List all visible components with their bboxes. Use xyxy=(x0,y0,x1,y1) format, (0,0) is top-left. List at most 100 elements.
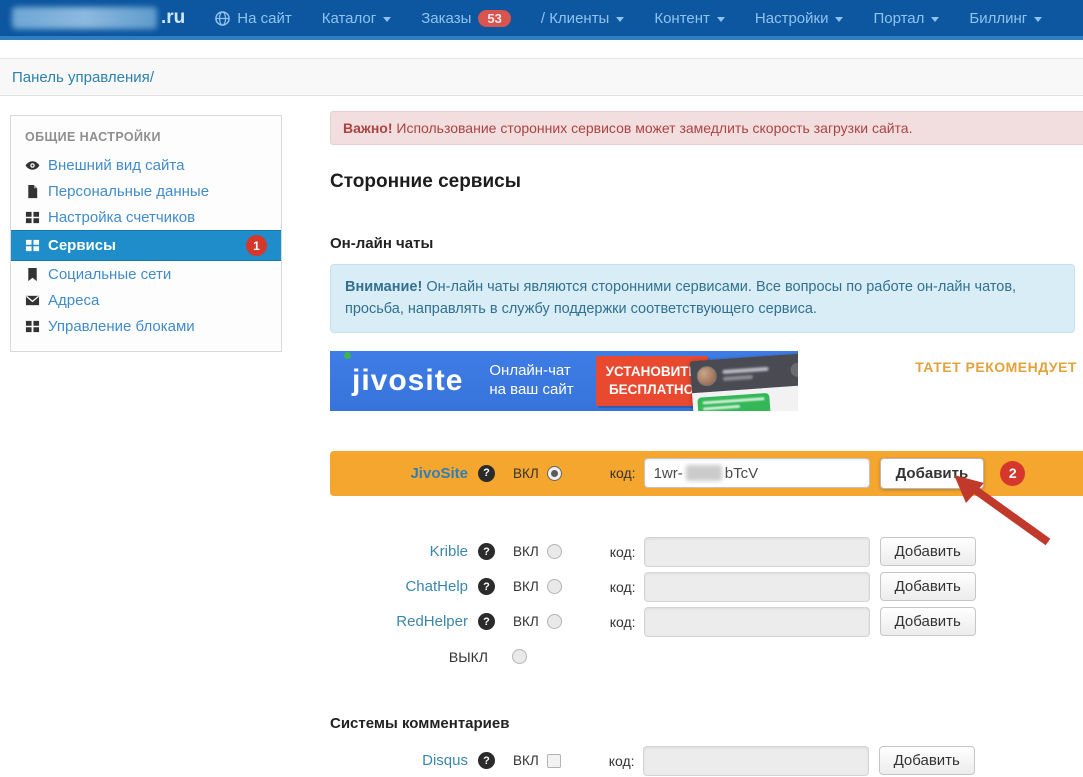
jivosite-link[interactable]: JivoSite xyxy=(330,465,468,482)
chat-services-list: Krible ВКЛ код: Добавить ChatHelp ВКЛ ко… xyxy=(330,537,1083,637)
jivosite-logo-green-dot xyxy=(344,352,351,359)
site-name-blurred xyxy=(12,7,157,29)
disqus-add-button[interactable]: Добавить xyxy=(879,746,975,775)
sidebar-item-blocks[interactable]: Управление блоками xyxy=(11,313,281,339)
caret-down-icon xyxy=(931,17,939,22)
main-panel: Важно! Использование сторонних сервисов … xyxy=(330,96,1083,776)
nav-orders-label: Заказы xyxy=(421,10,471,27)
help-icon[interactable] xyxy=(478,578,495,595)
jivosite-service-row: JivoSite ВКЛ код: 1wr- bTcV Добавить 2 xyxy=(330,451,1083,496)
disqus-code-input[interactable] xyxy=(643,746,869,776)
sidebar-item-label: Адреса xyxy=(48,292,99,309)
chats-off-row: ВЫКЛ xyxy=(330,649,1083,665)
code-value-prefix: 1wr- xyxy=(654,465,683,482)
topnav-accent-strip xyxy=(0,36,1083,40)
nav-item-portal[interactable]: Портал xyxy=(873,10,939,27)
redhelper-add-button[interactable]: Добавить xyxy=(880,607,976,636)
sidebar-item-label: Сервисы xyxy=(48,237,116,254)
info-alert-text: Он-лайн чаты являются сторонними сервиса… xyxy=(345,279,1016,317)
help-icon[interactable] xyxy=(478,752,495,769)
nav-item-billing[interactable]: Биллинг xyxy=(969,10,1042,27)
sidebar-item-label: Социальные сети xyxy=(48,266,171,283)
off-label: ВЫКЛ xyxy=(330,649,488,665)
recommend-label: ТАТЕТ РЕКОМЕНДУЕТ xyxy=(915,359,1077,375)
banner-tagline: Онлайн-чат на ваш сайт xyxy=(489,362,573,400)
nav-item-content[interactable]: Контент xyxy=(654,10,725,27)
chathelp-on-radio[interactable] xyxy=(547,579,562,594)
grid-icon xyxy=(25,210,40,225)
top-navigation-bar: .ru На сайт Каталог Заказы 53 / Клиенты … xyxy=(0,0,1083,36)
jivosite-on-radio[interactable] xyxy=(547,466,562,481)
nav-item-orders[interactable]: Заказы 53 xyxy=(421,10,511,27)
code-label: код: xyxy=(610,544,636,560)
chat-preview-button xyxy=(790,362,798,377)
sidebar-item-appearance[interactable]: Внешний вид сайта xyxy=(11,152,281,178)
on-label: ВКЛ xyxy=(513,753,539,768)
chat-widget-preview xyxy=(690,353,798,411)
breadcrumb-separator: / xyxy=(150,69,154,86)
page-title: Сторонние сервисы xyxy=(330,171,1083,193)
chathelp-service-row: ChatHelp ВКЛ код: Добавить xyxy=(330,572,1083,602)
jivosite-add-button[interactable]: Добавить xyxy=(880,458,985,489)
nav-portal-label: Портал xyxy=(873,10,924,27)
caret-down-icon xyxy=(616,17,624,22)
caret-down-icon xyxy=(835,17,843,22)
globe-icon xyxy=(215,11,230,26)
krible-code-input[interactable] xyxy=(644,537,870,567)
file-icon xyxy=(25,184,40,199)
nav-item-settings[interactable]: Настройки xyxy=(755,10,844,27)
sidebar-item-addresses[interactable]: Адреса xyxy=(11,287,281,313)
content-area: ОБЩИЕ НАСТРОЙКИ Внешний вид сайта Персон… xyxy=(0,96,1083,776)
sidebar-item-label: Настройка счетчиков xyxy=(48,209,195,226)
redhelper-on-radio[interactable] xyxy=(547,614,562,629)
disqus-link[interactable]: Disqus xyxy=(330,752,468,769)
krible-add-button[interactable]: Добавить xyxy=(880,537,976,566)
on-label: ВКЛ xyxy=(513,579,539,594)
info-alert-strong: Внимание! xyxy=(345,279,422,295)
nav-item-onsite[interactable]: На сайт xyxy=(215,10,291,27)
warning-alert-text: Использование сторонних сервисов может з… xyxy=(393,120,913,136)
banner-tagline-line1: Онлайн-чат xyxy=(489,362,573,381)
eye-icon xyxy=(25,158,40,173)
chathelp-link[interactable]: ChatHelp xyxy=(330,578,468,595)
on-label: ВКЛ xyxy=(513,614,539,629)
krible-service-row: Krible ВКЛ код: Добавить xyxy=(330,537,1083,567)
avatar xyxy=(696,365,717,386)
chathelp-add-button[interactable]: Добавить xyxy=(880,572,976,601)
chats-section-heading: Он-лайн чаты xyxy=(330,235,1083,252)
code-label: код: xyxy=(610,465,636,481)
caret-down-icon xyxy=(1034,17,1042,22)
redhelper-code-input[interactable] xyxy=(644,607,870,637)
jivosite-promo-banner[interactable]: jivosite Онлайн-чат на ваш сайт УСТАНОВИ… xyxy=(330,351,798,411)
sidebar-item-label: Управление блоками xyxy=(48,318,195,335)
nav-clients-label: / Клиенты xyxy=(541,10,609,27)
chats-off-radio[interactable] xyxy=(512,649,527,664)
jivosite-logo: jivosite xyxy=(352,364,463,398)
chathelp-code-input[interactable] xyxy=(644,572,870,602)
help-icon[interactable] xyxy=(478,613,495,630)
sidebar-item-label: Внешний вид сайта xyxy=(48,157,184,174)
krible-link[interactable]: Krible xyxy=(330,543,468,560)
help-icon[interactable] xyxy=(478,543,495,560)
site-logo[interactable]: .ru xyxy=(12,7,185,29)
banner-tagline-line2: на ваш сайт xyxy=(489,381,573,400)
sidebar-item-counters[interactable]: Настройка счетчиков xyxy=(11,204,281,230)
services-count-badge: 1 xyxy=(246,235,267,256)
krible-on-radio[interactable] xyxy=(547,544,562,559)
banner-install-line1: УСТАНОВИТЕ xyxy=(606,363,698,381)
code-label: код: xyxy=(609,753,635,769)
code-label: код: xyxy=(610,579,636,595)
site-suffix: .ru xyxy=(161,7,185,29)
sidebar-item-personal-data[interactable]: Персональные данные xyxy=(11,178,281,204)
annotation-step-badge: 2 xyxy=(1000,461,1025,486)
sidebar-item-social[interactable]: Социальные сети xyxy=(11,261,281,287)
help-icon[interactable] xyxy=(478,465,495,482)
chat-preview-name-lines xyxy=(722,366,769,380)
jivosite-code-input[interactable]: 1wr- bTcV xyxy=(644,458,870,488)
breadcrumb-home-link[interactable]: Панель управления xyxy=(12,69,150,86)
sidebar-item-services[interactable]: Сервисы 1 xyxy=(11,230,281,261)
redhelper-link[interactable]: RedHelper xyxy=(330,613,468,630)
nav-item-clients[interactable]: / Клиенты xyxy=(541,10,624,27)
nav-item-catalog[interactable]: Каталог xyxy=(322,10,392,27)
disqus-on-checkbox[interactable] xyxy=(547,754,561,768)
